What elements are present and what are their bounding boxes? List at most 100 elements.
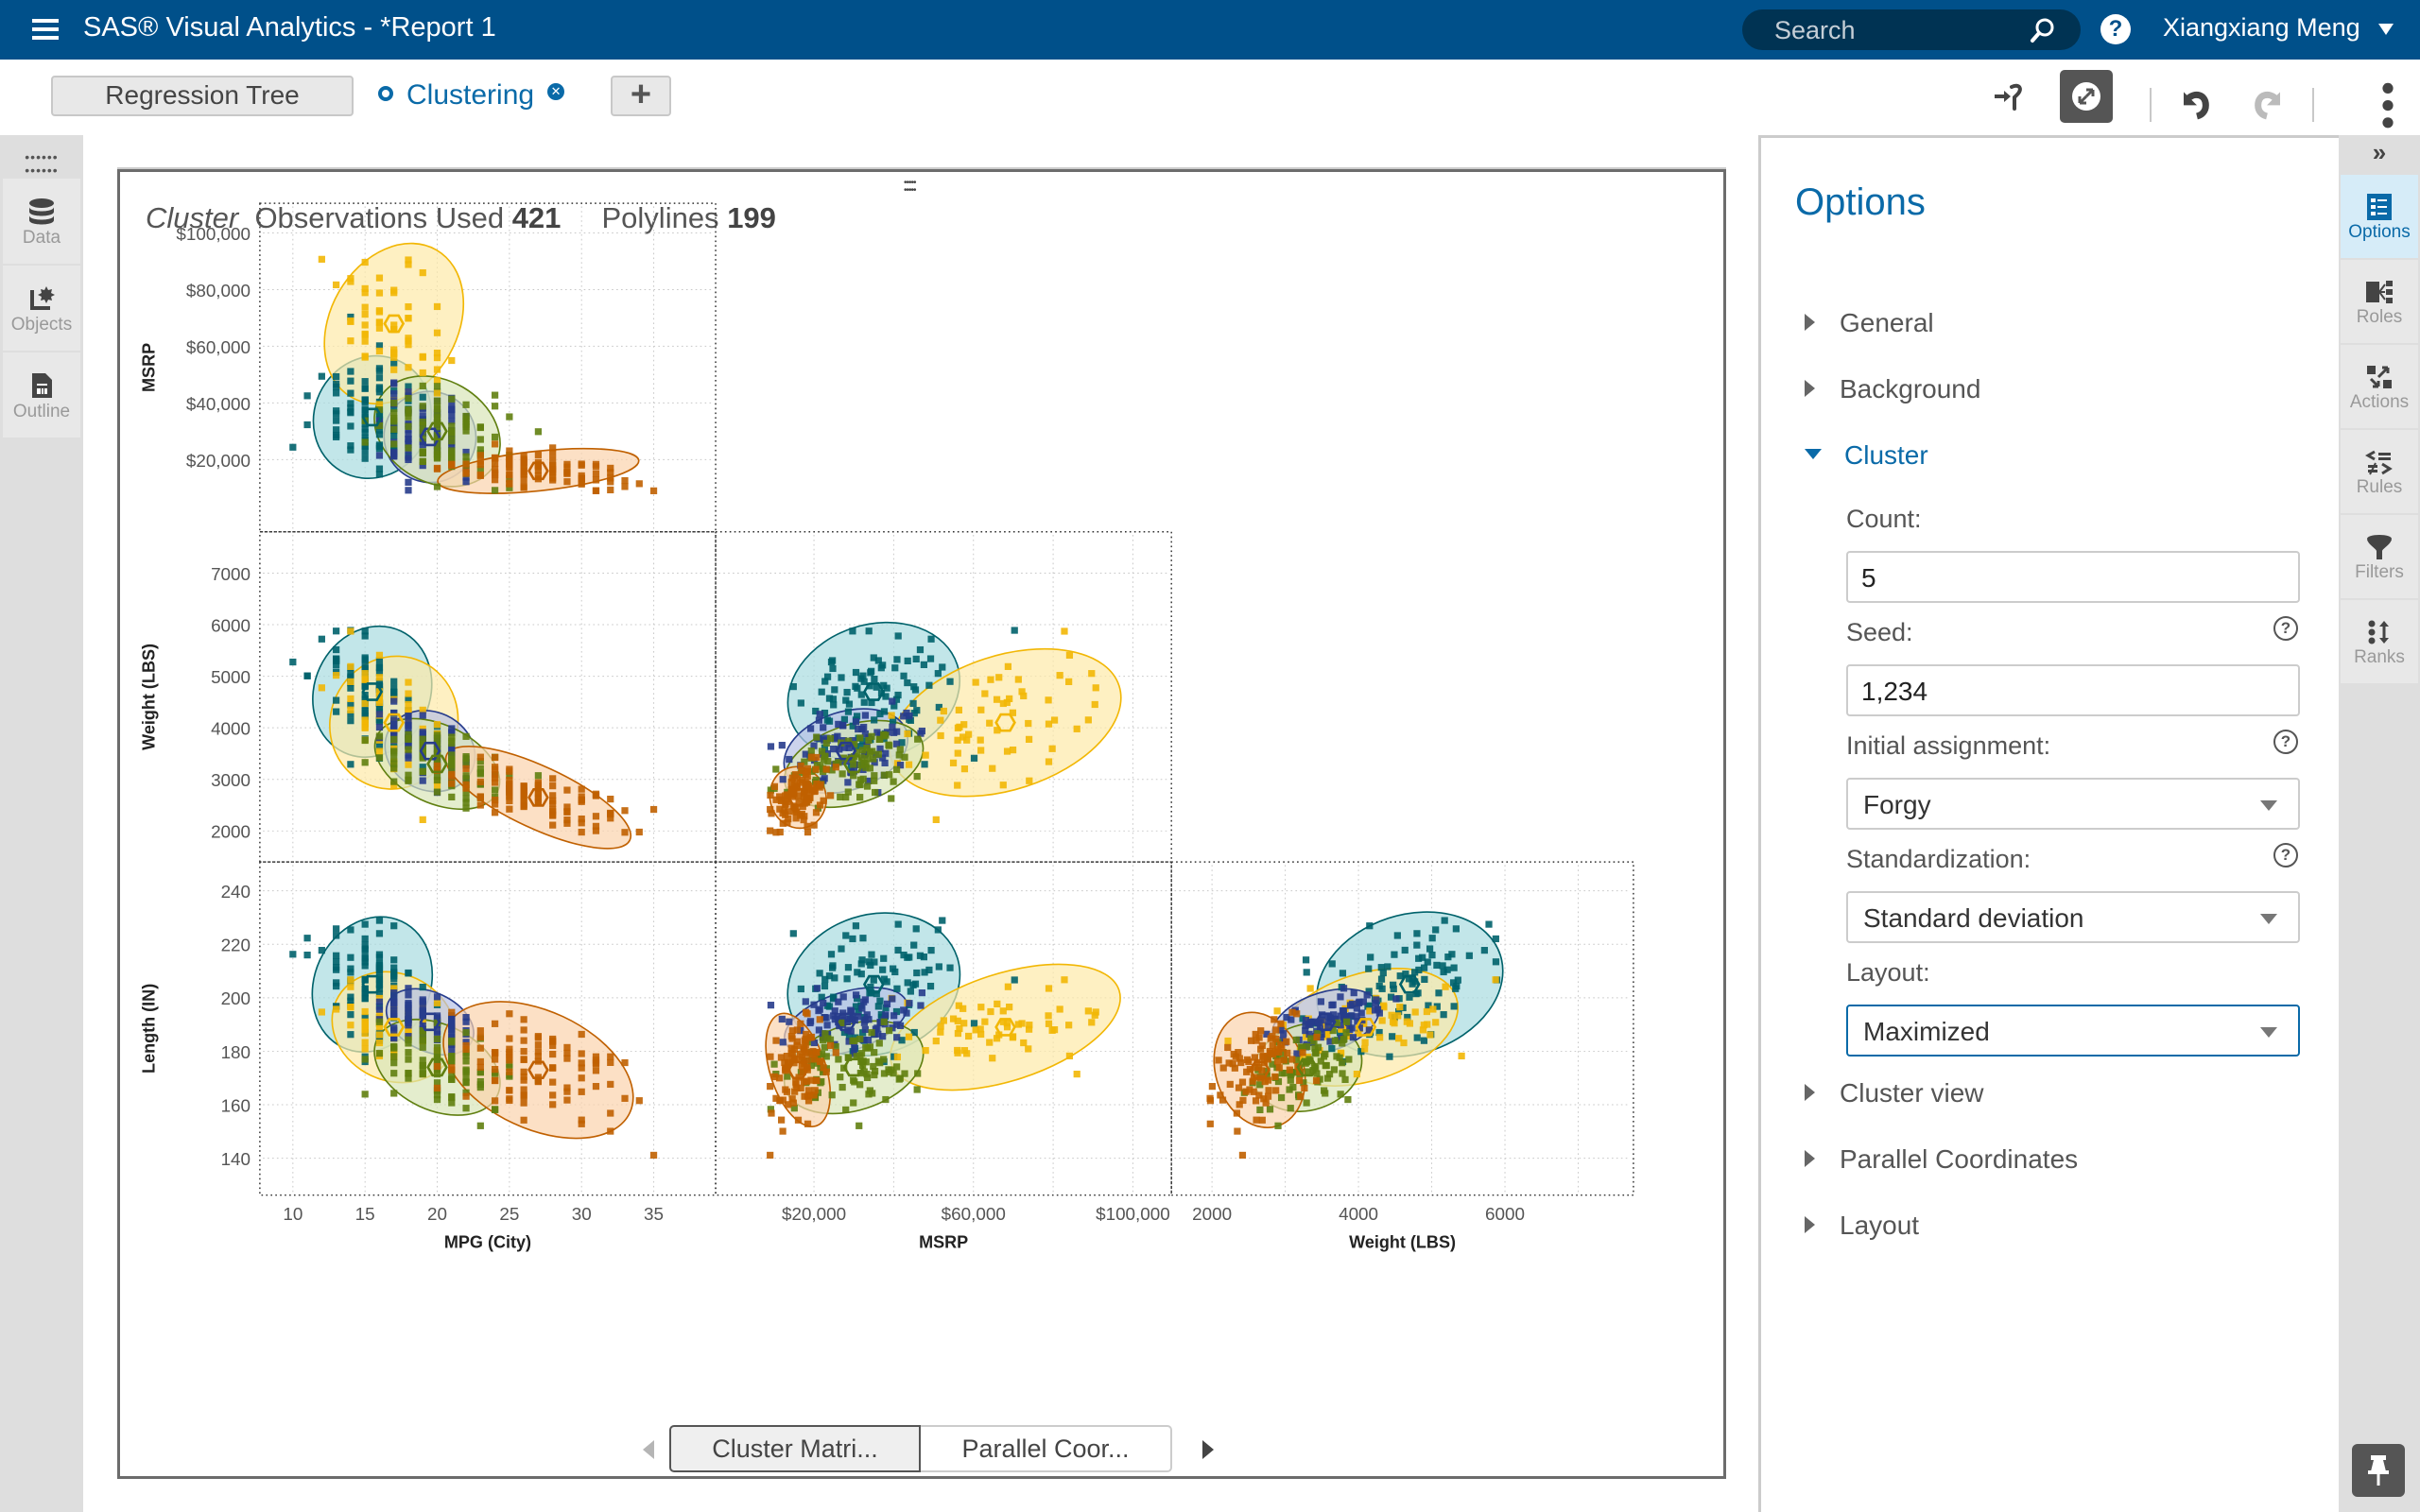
- x-tick-label: 25: [499, 1204, 519, 1224]
- more-options-icon[interactable]: [2361, 80, 2414, 133]
- data-point: [932, 1037, 940, 1045]
- data-point: [1339, 1070, 1346, 1077]
- data-point: [1269, 1050, 1277, 1058]
- add-page-button[interactable]: +: [611, 76, 671, 116]
- data-point: [433, 1095, 441, 1104]
- count-input[interactable]: 5: [1846, 551, 2300, 603]
- tab-regression-tree[interactable]: Regression Tree: [51, 76, 354, 116]
- section-layout[interactable]: Layout: [1805, 1211, 1919, 1241]
- data-point: [816, 1057, 824, 1066]
- data-point: [1415, 966, 1423, 974]
- pin-pane-button[interactable]: [2352, 1444, 2405, 1497]
- right-rail-options[interactable]: Options: [2341, 175, 2418, 258]
- layout-select[interactable]: Maximized: [1846, 1005, 2300, 1057]
- data-point: [835, 1056, 842, 1063]
- left-rail-objects-label: Objects: [10, 315, 73, 335]
- data-point: [803, 1030, 810, 1039]
- data-point: [839, 993, 847, 1001]
- data-point: [375, 374, 384, 382]
- data-point: [1342, 1029, 1350, 1037]
- data-point: [913, 1086, 921, 1093]
- data-point: [906, 1000, 913, 1007]
- section-background[interactable]: Background: [1805, 374, 1980, 404]
- redo-icon[interactable]: [2240, 77, 2293, 129]
- data-point: [1014, 1021, 1022, 1028]
- data-point: [549, 462, 557, 471]
- data-point: [960, 1020, 968, 1027]
- scroll-left-arrow-icon[interactable]: [643, 1440, 654, 1459]
- help-icon[interactable]: ?: [2100, 14, 2131, 44]
- right-rail-filters[interactable]: Filters: [2341, 515, 2418, 598]
- data-point: [1339, 1059, 1346, 1067]
- initial-assignment-select[interactable]: Forgy: [1846, 778, 2300, 830]
- data-point: [433, 383, 441, 390]
- user-menu-caret-icon[interactable]: [2378, 24, 2394, 35]
- left-rail-data[interactable]: Data: [3, 179, 80, 264]
- data-point: [1356, 998, 1363, 1005]
- data-point: [1337, 1012, 1344, 1020]
- data-point: [927, 947, 935, 954]
- tab-clustering[interactable]: Clustering ✕: [378, 77, 565, 117]
- data-point: [767, 743, 775, 750]
- undo-icon[interactable]: [2170, 77, 2223, 129]
- data-point: [893, 1053, 902, 1061]
- search-icon[interactable]: [2030, 17, 2056, 43]
- data-point: [303, 672, 311, 679]
- data-point: [935, 963, 942, 971]
- data-point: [812, 765, 820, 773]
- right-rail-actions[interactable]: Actions: [2341, 345, 2418, 428]
- data-point: [448, 461, 456, 470]
- section-parallel-coordinates[interactable]: Parallel Coordinates: [1805, 1144, 2078, 1175]
- data-point: [934, 926, 942, 934]
- right-rail-rules[interactable]: Rules: [2341, 430, 2418, 513]
- data-point: [823, 673, 832, 680]
- seed-input[interactable]: 1,234: [1846, 664, 2300, 716]
- data-point: [1321, 1087, 1328, 1094]
- initial-assignment-help-icon[interactable]: ?: [2273, 730, 2298, 754]
- hamburger-menu-icon[interactable]: [32, 19, 59, 40]
- data-point: [375, 747, 384, 755]
- pane-grip-icon[interactable]: •••••• ••••••: [0, 135, 83, 179]
- data-point: [1065, 651, 1074, 659]
- left-rail-objects[interactable]: Objects: [3, 266, 80, 351]
- tab-parallel-coordinates[interactable]: Parallel Coor...: [921, 1425, 1172, 1472]
- tab-cluster-matrix[interactable]: Cluster Matri...: [669, 1425, 921, 1472]
- data-point: [318, 635, 325, 643]
- standardization-help-icon[interactable]: ?: [2273, 843, 2298, 868]
- data-point: [807, 753, 816, 761]
- data-point: [1458, 1052, 1465, 1060]
- data-point: [578, 785, 585, 793]
- data-point: [607, 815, 614, 822]
- section-general[interactable]: General: [1805, 308, 1934, 338]
- data-point: [1092, 684, 1099, 692]
- data-point: [893, 985, 901, 992]
- data-point: [549, 1078, 557, 1086]
- section-cluster-view[interactable]: Cluster view: [1805, 1078, 1983, 1108]
- data-point: [1208, 1082, 1217, 1091]
- data-point: [918, 989, 925, 997]
- data-driven-content-icon[interactable]: [1981, 74, 2034, 127]
- data-point: [1092, 1008, 1099, 1016]
- right-rail-roles[interactable]: Roles: [2341, 260, 2418, 343]
- interactive-mode-button[interactable]: [2060, 70, 2113, 123]
- section-cluster[interactable]: Cluster: [1805, 440, 1928, 471]
- scroll-right-arrow-icon[interactable]: [1202, 1440, 1214, 1459]
- data-point: [1435, 989, 1443, 997]
- standardization-select[interactable]: Standard deviation: [1846, 891, 2300, 943]
- data-point: [886, 1068, 893, 1076]
- collapse-pane-button[interactable]: »: [2339, 135, 2420, 175]
- seed-help-icon[interactable]: ?: [2273, 616, 2298, 641]
- data-point: [375, 664, 384, 672]
- data-point: [405, 734, 412, 743]
- right-rail-ranks[interactable]: Ranks: [2341, 600, 2418, 683]
- close-tab-icon[interactable]: ✕: [547, 83, 565, 101]
- cluster-matrix-chart[interactable]: $20,000 $40,000 $60,000 $80,000 $100,000 MSRP…: [117, 169, 1724, 1426]
- data-point: [1296, 1076, 1304, 1085]
- data-point: [375, 954, 384, 961]
- left-rail-outline[interactable]: Outline: [3, 352, 80, 438]
- user-name[interactable]: Xiangxiang Meng: [2163, 13, 2360, 43]
- search-input[interactable]: Search: [1742, 9, 2081, 50]
- data-point: [520, 1026, 527, 1034]
- data-point: [954, 1017, 961, 1024]
- data-point: [986, 719, 994, 727]
